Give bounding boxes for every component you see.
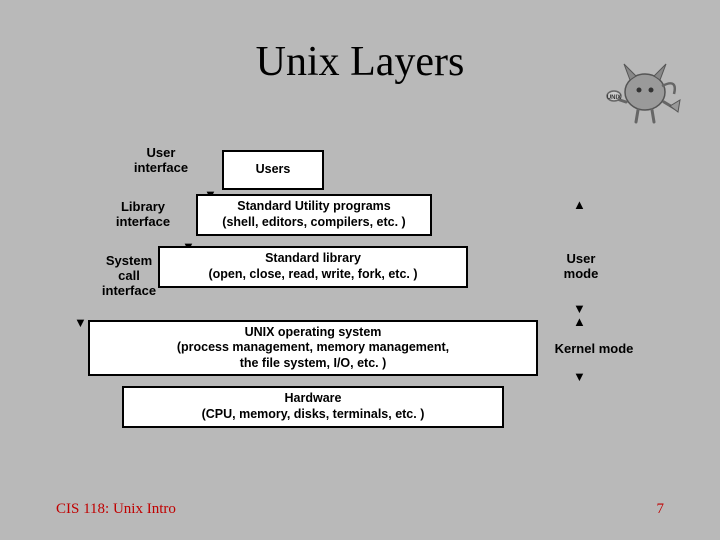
slide: Unix Layers UNIX Userinterface Libraryin…: [0, 0, 720, 540]
label-user-mode: Usermode: [556, 252, 606, 282]
box-users: Users: [222, 150, 324, 190]
label-library-interface: Libraryinterface: [108, 200, 178, 230]
box-utilities: Standard Utility programs(shell, editors…: [196, 194, 432, 236]
label-syscall-interface: Systemcallinterface: [94, 254, 164, 299]
marker-down-icon: ▼: [74, 316, 87, 329]
bsd-daemon-icon: UNIX: [606, 50, 684, 124]
label-user-interface: Userinterface: [126, 146, 196, 176]
svg-text:UNIX: UNIX: [607, 95, 621, 101]
marker-up-icon: ▲: [573, 315, 586, 328]
footer-course: CIS 118: Unix Intro: [56, 501, 176, 518]
box-stdlib: Standard library(open, close, read, writ…: [158, 246, 468, 288]
marker-up-icon: ▲: [573, 198, 586, 211]
box-os: UNIX operating system(process management…: [88, 320, 538, 376]
label-kernel-mode: Kernel mode: [544, 342, 644, 357]
box-hardware: Hardware(CPU, memory, disks, terminals, …: [122, 386, 504, 428]
footer-page-number: 7: [657, 501, 665, 518]
marker-down-icon: ▼: [573, 370, 586, 383]
layers-diagram: Userinterface Libraryinterface Systemcal…: [58, 150, 666, 470]
